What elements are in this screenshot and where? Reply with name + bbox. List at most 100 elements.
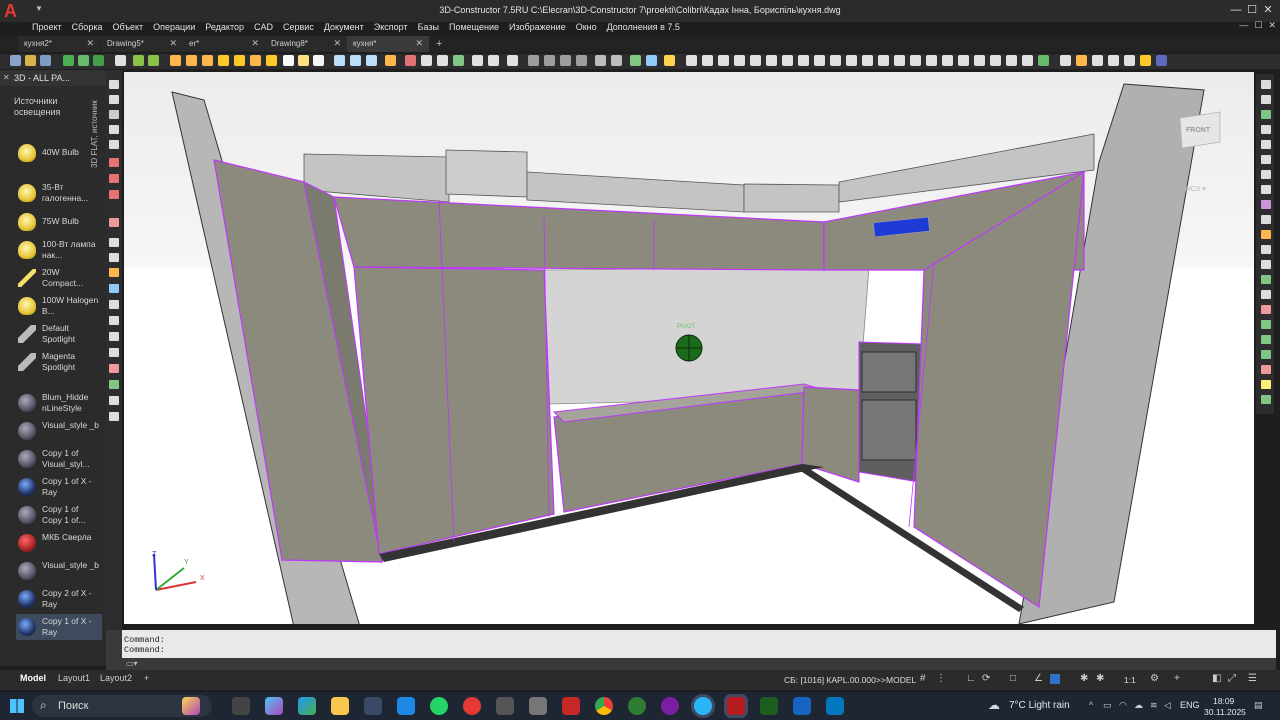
app-icon[interactable] [826,697,844,715]
tool-icon[interactable] [990,55,1001,66]
save-icon[interactable] [40,55,51,66]
tool-icon[interactable] [1261,335,1271,344]
tool-icon[interactable] [234,55,245,66]
tool-icon[interactable] [1261,365,1271,374]
tool-icon[interactable] [109,396,119,405]
wifi-icon[interactable]: ≋ [1150,700,1158,711]
tool-icon[interactable] [958,55,969,66]
tool-icon[interactable] [334,55,345,66]
tool-icon[interactable] [1076,55,1087,66]
tool-icon[interactable] [878,55,889,66]
tool-icon[interactable] [453,55,464,66]
tool-icon[interactable] [250,55,261,66]
tool-icon[interactable] [1261,95,1271,104]
tab-model[interactable]: Model [20,673,46,683]
grid-icon[interactable]: # [920,674,930,684]
tool-icon[interactable] [218,55,229,66]
tool-icon[interactable] [734,55,745,66]
close-button[interactable]: ✕ [1260,3,1276,17]
app-icon[interactable] [628,697,646,715]
chrome-icon[interactable] [595,697,613,715]
copilot-icon[interactable] [182,697,200,715]
new-file-icon[interactable] [10,55,21,66]
palette-close-icon[interactable]: ✕ [3,73,10,82]
open-file-icon[interactable] [25,55,36,66]
store-icon[interactable] [364,697,382,715]
add-layout-button[interactable]: + [144,673,149,683]
tool-icon[interactable] [109,348,119,357]
menu-databases[interactable]: Базы [418,20,439,34]
palette-item-copy-copy[interactable]: Copy 1 of Copy 1 of... [16,502,102,528]
maximize-button[interactable]: ☐ [1244,3,1260,17]
task-view-icon[interactable] [232,697,250,715]
file-tab[interactable]: кухня2* ✕ [18,36,100,52]
tool-icon[interactable] [1261,185,1271,194]
tab-layout2[interactable]: Layout2 [100,673,132,683]
tool-icon[interactable] [942,55,953,66]
tool-icon[interactable] [1261,200,1271,209]
tool-icon[interactable] [560,55,571,66]
tool-icon[interactable] [664,55,675,66]
tool-icon[interactable] [1092,55,1103,66]
close-tab-icon[interactable]: ✕ [415,38,423,49]
tool-icon[interactable] [846,55,857,66]
notifications-icon[interactable]: ▤ [1254,700,1263,711]
tool-icon[interactable] [750,55,761,66]
tool-icon[interactable] [766,55,777,66]
file-explorer-icon[interactable] [331,697,349,715]
tool-icon[interactable] [405,55,416,66]
file-tab[interactable]: Drawing8* ✕ [265,36,347,52]
tool-icon[interactable] [798,55,809,66]
palette-item-20w-compact[interactable]: 20W Compact... [16,265,102,291]
youtube-icon[interactable] [463,697,481,715]
palette-item-copy2-xray[interactable]: Copy 2 of X -Ray [16,586,102,612]
tall-units-left[interactable] [353,266,555,555]
network-icon[interactable]: ◠ [1119,700,1127,711]
tool-icon[interactable] [437,55,448,66]
tool-icon[interactable] [507,55,518,66]
3d-constructor-icon[interactable] [727,697,745,715]
tool-icon[interactable] [186,55,197,66]
3d-viewport[interactable]: PIVOT FRONT X Y Z WCS ▾ [124,72,1254,624]
tool-icon[interactable] [1261,230,1271,239]
model-space-toggle[interactable]: MODEL [886,675,916,685]
menu-service[interactable]: Сервис [283,20,314,34]
start-button[interactable] [10,699,24,713]
menu-assembly[interactable]: Сборка [72,20,103,34]
menu-addons[interactable]: Дополнения в 7.5 [607,20,680,34]
tool-icon[interactable] [472,55,483,66]
tool-icon[interactable] [862,55,873,66]
file-tab[interactable]: Drawing5* ✕ [101,36,183,52]
annotation-scale[interactable]: 1:1 [1124,675,1136,685]
tool-icon[interactable] [266,55,277,66]
tool-icon[interactable] [894,55,905,66]
customize-icon[interactable]: ☰ [1248,674,1258,684]
clock-date[interactable]: 30.11.2025 [1204,707,1246,717]
tool-icon[interactable] [1060,55,1071,66]
tool-icon[interactable] [830,55,841,66]
menu-cad[interactable]: CAD [254,20,273,34]
tool-icon[interactable] [488,55,499,66]
tab-layout1[interactable]: Layout1 [58,673,90,683]
command-input[interactable]: ▭▾ [122,658,1276,670]
kitchen-3d-model[interactable]: PIVOT FRONT X Y Z [124,72,1254,624]
tool-icon[interactable] [702,55,713,66]
tool-icon[interactable] [366,55,377,66]
ortho-icon[interactable]: ∟ [966,674,976,684]
gear-icon[interactable]: ⚙ [1150,674,1160,684]
palette-item-100w-incandescent[interactable]: 100-Вт лампа нак... [16,237,102,263]
menu-image[interactable]: Изображение [509,20,566,34]
polar-icon[interactable]: ⟳ [982,674,992,684]
tool-icon[interactable] [313,55,324,66]
tool-icon[interactable] [1261,290,1271,299]
tool-icon[interactable] [109,140,119,149]
tool-icon[interactable] [1261,140,1271,149]
wcs-menu[interactable]: WCS ▾ [1184,185,1206,193]
tool-icon[interactable] [109,300,119,309]
tool-icon[interactable] [148,55,159,66]
close-tab-icon[interactable]: ✕ [169,38,177,49]
tool-icon[interactable] [109,174,119,183]
outlook-icon[interactable] [397,697,415,715]
tool-icon[interactable] [109,364,119,373]
palette-vertical-tab[interactable]: 3D FLAT, источник [90,88,104,168]
